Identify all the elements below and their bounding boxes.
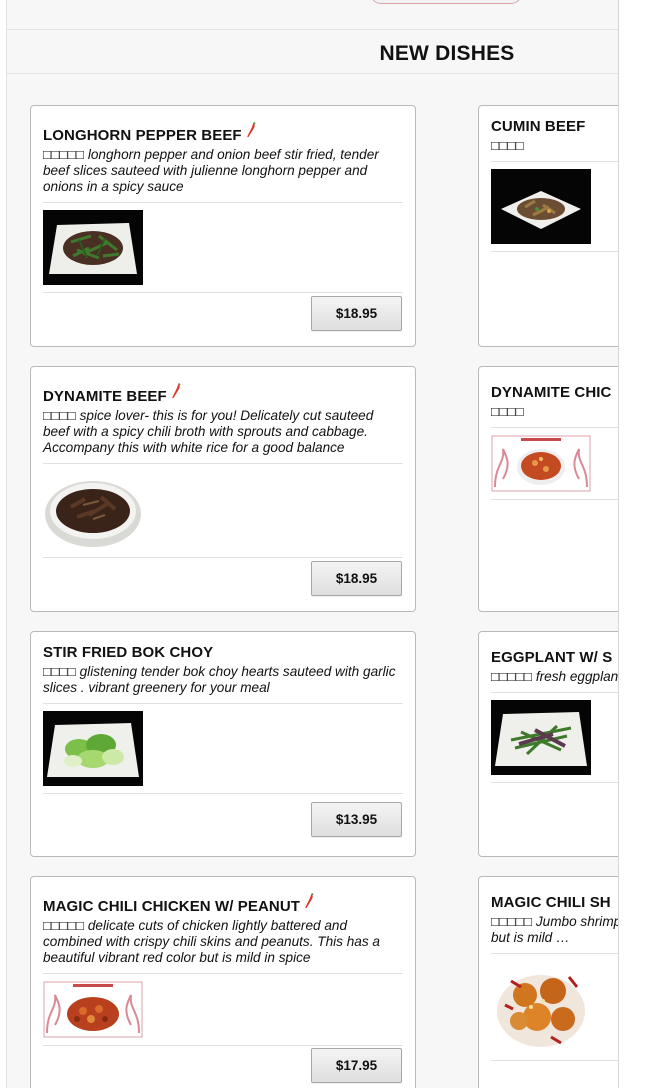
dish-name: EGGPLANT W/ S (491, 649, 613, 666)
category-tab[interactable] (370, 0, 522, 4)
divider (43, 557, 403, 558)
chinese-name: □□□□□ (43, 147, 85, 162)
dish-card-stir-fried-bok-choy[interactable]: STIR FRIED BOK CHOY □□□□ glistening tend… (30, 631, 416, 857)
divider (43, 202, 403, 203)
divider (43, 703, 403, 704)
dish-description: □□□□□ fresh eggplant a… sauteed with pep… (491, 669, 619, 685)
chili-pepper-icon (172, 383, 181, 399)
chinese-name: □□□□□ (43, 918, 85, 933)
dish-description-text: fresh eggplant a… sauteed with pepper (535, 669, 619, 684)
divider (491, 953, 618, 954)
divider (43, 973, 403, 974)
dish-photo[interactable] (43, 981, 143, 1038)
divider (491, 1060, 618, 1061)
chinese-name: □□□□□ (491, 669, 533, 684)
dish-name: MAGIC CHILI SH (491, 894, 611, 911)
section-header: NEW DISHES (7, 30, 618, 74)
dish-description-text: longhorn pepper and onion beef stir frie… (43, 147, 379, 194)
section-title: NEW DISHES (379, 42, 515, 65)
dish-photo[interactable] (491, 435, 591, 492)
chinese-name: □□□□ (491, 138, 524, 153)
dish-name: MAGIC CHILI CHICKEN W/ PEANUT (43, 898, 301, 915)
divider (491, 161, 618, 162)
dish-card-dynamite-chicken[interactable]: DYNAMITE CHIC □□□□ (478, 366, 618, 612)
dish-description: □□□□ spice lover- this is for you! Delic… (43, 408, 403, 456)
dish-description-text: spice lover- this is for you! Delicately… (43, 408, 374, 455)
dish-description: □□□□□ delicate cuts of chicken lightly b… (43, 918, 403, 966)
dish-card-magic-chili-chicken[interactable]: MAGIC CHILI CHICKEN W/ PEANUT □□□□□ deli… (30, 876, 416, 1088)
dish-description: □□□□ glistening tender bok choy hearts s… (43, 664, 403, 696)
dish-photo[interactable] (43, 471, 143, 550)
dish-card-longhorn-pepper-beef[interactable]: LONGHORN PEPPER BEEF □□□□□ longhorn pepp… (30, 105, 416, 347)
dish-description: □□□□ (491, 404, 618, 420)
chili-pepper-icon (305, 893, 314, 909)
divider (491, 782, 618, 783)
dish-card-cumin-beef[interactable]: CUMIN BEEF □□□□ (478, 105, 618, 347)
price-button[interactable]: $18.95 (311, 296, 402, 331)
chinese-name: □□□□ (43, 664, 76, 679)
divider (491, 692, 618, 693)
price-button[interactable]: $18.95 (311, 561, 402, 596)
divider (43, 292, 403, 293)
chinese-name: □□□□ (491, 404, 524, 419)
divider (491, 251, 618, 252)
chinese-name: □□□□□ (491, 914, 533, 929)
chinese-name: □□□□ (43, 408, 76, 423)
dish-name: DYNAMITE CHIC (491, 384, 612, 401)
dish-name: LONGHORN PEPPER BEEF (43, 127, 242, 144)
dish-card-eggplant[interactable]: EGGPLANT W/ S □□□□□ fresh eggplant a… sa… (478, 631, 619, 857)
dish-description: □□□□□ longhorn pepper and onion beef sti… (43, 147, 403, 195)
dish-photo[interactable] (491, 169, 591, 244)
dish-description: □□□□ (491, 138, 618, 154)
dish-description-text: glistening tender bok choy hearts sautee… (43, 664, 396, 695)
divider (43, 1045, 403, 1046)
dish-card-dynamite-beef[interactable]: DYNAMITE BEEF □□□□ spice lover- this is … (30, 366, 416, 612)
dish-description: □□□□□ Jumbo shrimp li… crispy chili skin… (491, 914, 618, 946)
dish-card-magic-chili-shrimp[interactable]: MAGIC CHILI SH □□□□□ Jumbo shrimp li… cr… (478, 876, 618, 1088)
dish-photo[interactable] (43, 711, 143, 786)
divider (43, 463, 403, 464)
divider (491, 427, 618, 428)
dish-name: STIR FRIED BOK CHOY (43, 644, 214, 661)
dish-name: CUMIN BEEF (491, 118, 586, 135)
price-button[interactable]: $17.95 (311, 1048, 402, 1083)
top-bar (7, 0, 618, 30)
price-button[interactable]: $13.95 (311, 802, 402, 837)
dish-name: DYNAMITE BEEF (43, 388, 167, 405)
divider (491, 499, 618, 500)
chili-pepper-icon (247, 122, 256, 138)
menu-page: NEW DISHES LONGHORN PEPPER BEEF □□□□□ lo… (6, 0, 619, 1088)
dish-photo[interactable] (491, 700, 591, 775)
dish-photo[interactable] (43, 210, 143, 285)
dish-photo[interactable] (491, 961, 591, 1053)
dish-description-text: delicate cuts of chicken lightly battere… (43, 918, 380, 965)
divider (43, 793, 403, 794)
